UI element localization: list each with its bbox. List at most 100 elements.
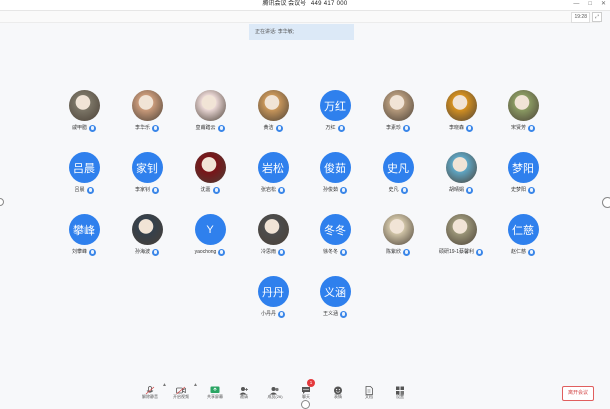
participant-name: 徐冬冬 — [322, 249, 338, 255]
mic-status-icon — [278, 248, 285, 256]
toolbar-button-invite[interactable]: 邀请 — [231, 382, 257, 400]
avatar: 俊茹 — [319, 152, 351, 183]
participant-tile[interactable]: 胡晴娟 — [429, 152, 493, 194]
mic-status-icon — [212, 186, 220, 194]
participant-name: 李家钊 — [134, 187, 150, 193]
participant-name-row: 李素珍 — [366, 124, 430, 132]
leave-meeting-button[interactable]: 离开会议 — [562, 386, 594, 401]
avatar: 丹丹 — [257, 276, 289, 307]
toolbar-button-document[interactable]: 文档 — [356, 382, 382, 400]
participant-tile[interactable]: 陈紫欣 — [366, 214, 430, 256]
participant-name-row: 李晓森 — [429, 124, 493, 132]
avatar: 吕晨 — [68, 152, 100, 183]
participant-tile[interactable]: 戚甲腊 — [52, 90, 116, 132]
participant-name-row: 硕研19-1蔡馨利 — [429, 248, 493, 256]
toolbar-button-mic-muted[interactable]: 解除静音 — [137, 382, 163, 400]
avatar: 史凡 — [382, 152, 414, 183]
app-title: 腾讯会议 会议号 — [262, 1, 307, 7]
participant-tile[interactable]: 沈嘉 — [178, 152, 242, 194]
avatar — [68, 90, 100, 121]
participant-tile[interactable]: 冷思雨 — [241, 214, 305, 256]
mic-status-icon — [278, 310, 285, 318]
participant-tile[interactable]: 李素珍 — [366, 90, 430, 132]
participant-tile[interactable]: 李华乐 — [115, 90, 179, 132]
participant-name: 孙俊茹 — [322, 187, 338, 193]
participant-name-row: 宋贤芳 — [491, 124, 555, 132]
invite-icon — [239, 382, 249, 395]
participant-tile[interactable]: 义涵 王义涵 — [303, 276, 367, 318]
toolbar-button-share-screen[interactable]: 共享屏幕 — [202, 382, 228, 400]
participant-name: 李华乐 — [134, 125, 150, 131]
avatar: 家钊 — [131, 152, 163, 183]
participant-tile[interactable]: 仁慈 赵仁慈 — [491, 214, 555, 256]
avatar — [507, 90, 539, 121]
participant-tile[interactable]: 俊茹 孙俊茹 — [303, 152, 367, 194]
meeting-id: 449 417 000 — [310, 1, 348, 7]
participant-name-row: 孙海波 — [115, 248, 179, 256]
participant-name: 史凡 — [388, 187, 399, 193]
title-bar: 腾讯会议 会议号 449 417 000 — □ ✕ — [0, 0, 610, 11]
participant-tile[interactable]: 丹丹 小丹丹 — [241, 276, 305, 318]
participant-name-row: 小丹丹 — [241, 310, 305, 318]
close-icon[interactable]: ✕ — [601, 0, 606, 10]
mic-status-icon — [86, 186, 94, 194]
toolbar-button-camera-off[interactable]: 开启视频 — [168, 382, 194, 400]
settings-icon — [395, 382, 405, 395]
camera-off-icon — [176, 382, 186, 395]
avatar: 岩松 — [257, 152, 289, 183]
minimize-icon[interactable]: — — [573, 0, 579, 10]
participant-name-row: 史梦阳 — [491, 186, 555, 194]
mic-status-icon — [476, 248, 483, 256]
resize-handle-left[interactable] — [0, 198, 4, 206]
participant-name: 小丹丹 — [260, 311, 276, 317]
avatar: 万红 — [319, 90, 351, 121]
participant-tile[interactable]: 史凡 史凡 — [366, 152, 430, 194]
resize-handle-right[interactable] — [602, 197, 610, 208]
participant-tile[interactable]: 黄洁 — [241, 90, 305, 132]
participant-tile[interactable]: 岩松 张岩松 — [241, 152, 305, 194]
toolbar-button-members[interactable]: 成员(26) — [262, 382, 288, 400]
participant-tile[interactable]: 万红 万红 — [303, 90, 367, 132]
participant-tile[interactable]: 梦阳 史梦阳 — [491, 152, 555, 194]
participant-name-row: 胡晴娟 — [429, 186, 493, 194]
meeting-time: 19:28 — [571, 12, 590, 23]
document-icon — [364, 382, 374, 395]
avatar — [445, 152, 477, 183]
participant-tile[interactable]: 孙海波 — [115, 214, 179, 256]
speaking-text: 正在讲话: 李华敏; — [255, 29, 295, 35]
participant-tile[interactable]: 冬冬 徐冬冬 — [303, 214, 367, 256]
participant-tile[interactable]: 家钊 李家钊 — [115, 152, 179, 194]
meeting-toolbar: 解除静音 ▲ 开启视频 ▲ 共享屏幕 邀请 成员(26) 1 聊天 表情 文档 设置 — [135, 379, 415, 405]
participant-tile[interactable]: Yyaochong — [178, 214, 242, 256]
members-icon — [270, 382, 280, 395]
maximize-icon[interactable]: □ — [588, 0, 592, 10]
mic-status-icon — [466, 124, 473, 132]
participant-name: 硕研19-1蔡馨利 — [438, 249, 474, 255]
dropdown-caret-icon[interactable]: ▲ — [193, 382, 198, 388]
avatar — [131, 214, 163, 245]
participant-name: 黄洁 — [263, 125, 274, 131]
mic-status-icon — [152, 186, 159, 194]
mic-muted-icon — [145, 382, 155, 395]
participant-tile[interactable]: 宋贤芳 — [491, 90, 555, 132]
mic-status-icon — [152, 248, 159, 256]
avatar — [194, 152, 226, 183]
toolbar-button-emoji[interactable]: 表情 — [325, 382, 351, 400]
fullscreen-icon[interactable]: ⤢ — [592, 12, 602, 22]
participant-name: 陈紫欣 — [385, 249, 401, 255]
participant-tile[interactable]: 攀峰 刘攀峰 — [52, 214, 116, 256]
participant-tile[interactable]: 皇甫踏云 — [178, 90, 242, 132]
participant-tile[interactable]: 李晓森 — [429, 90, 493, 132]
mic-status-icon — [89, 124, 96, 132]
dropdown-caret-icon[interactable]: ▲ — [162, 382, 167, 388]
participant-tile[interactable]: 吕晨 吕晨 — [52, 152, 116, 194]
toolbar-button-chat[interactable]: 1 聊天 — [293, 379, 319, 400]
toolbar-button-settings[interactable]: 设置 — [387, 382, 413, 400]
participant-tile[interactable]: 硕研19-1蔡馨利 — [429, 214, 493, 256]
participant-name: 李晓森 — [448, 125, 464, 131]
participant-name: 刘攀峰 — [71, 249, 87, 255]
avatar — [382, 90, 414, 121]
participant-name-row: 黄洁 — [241, 124, 305, 132]
participant-name-row: yaochong — [178, 248, 242, 256]
mic-status-icon — [218, 248, 226, 256]
